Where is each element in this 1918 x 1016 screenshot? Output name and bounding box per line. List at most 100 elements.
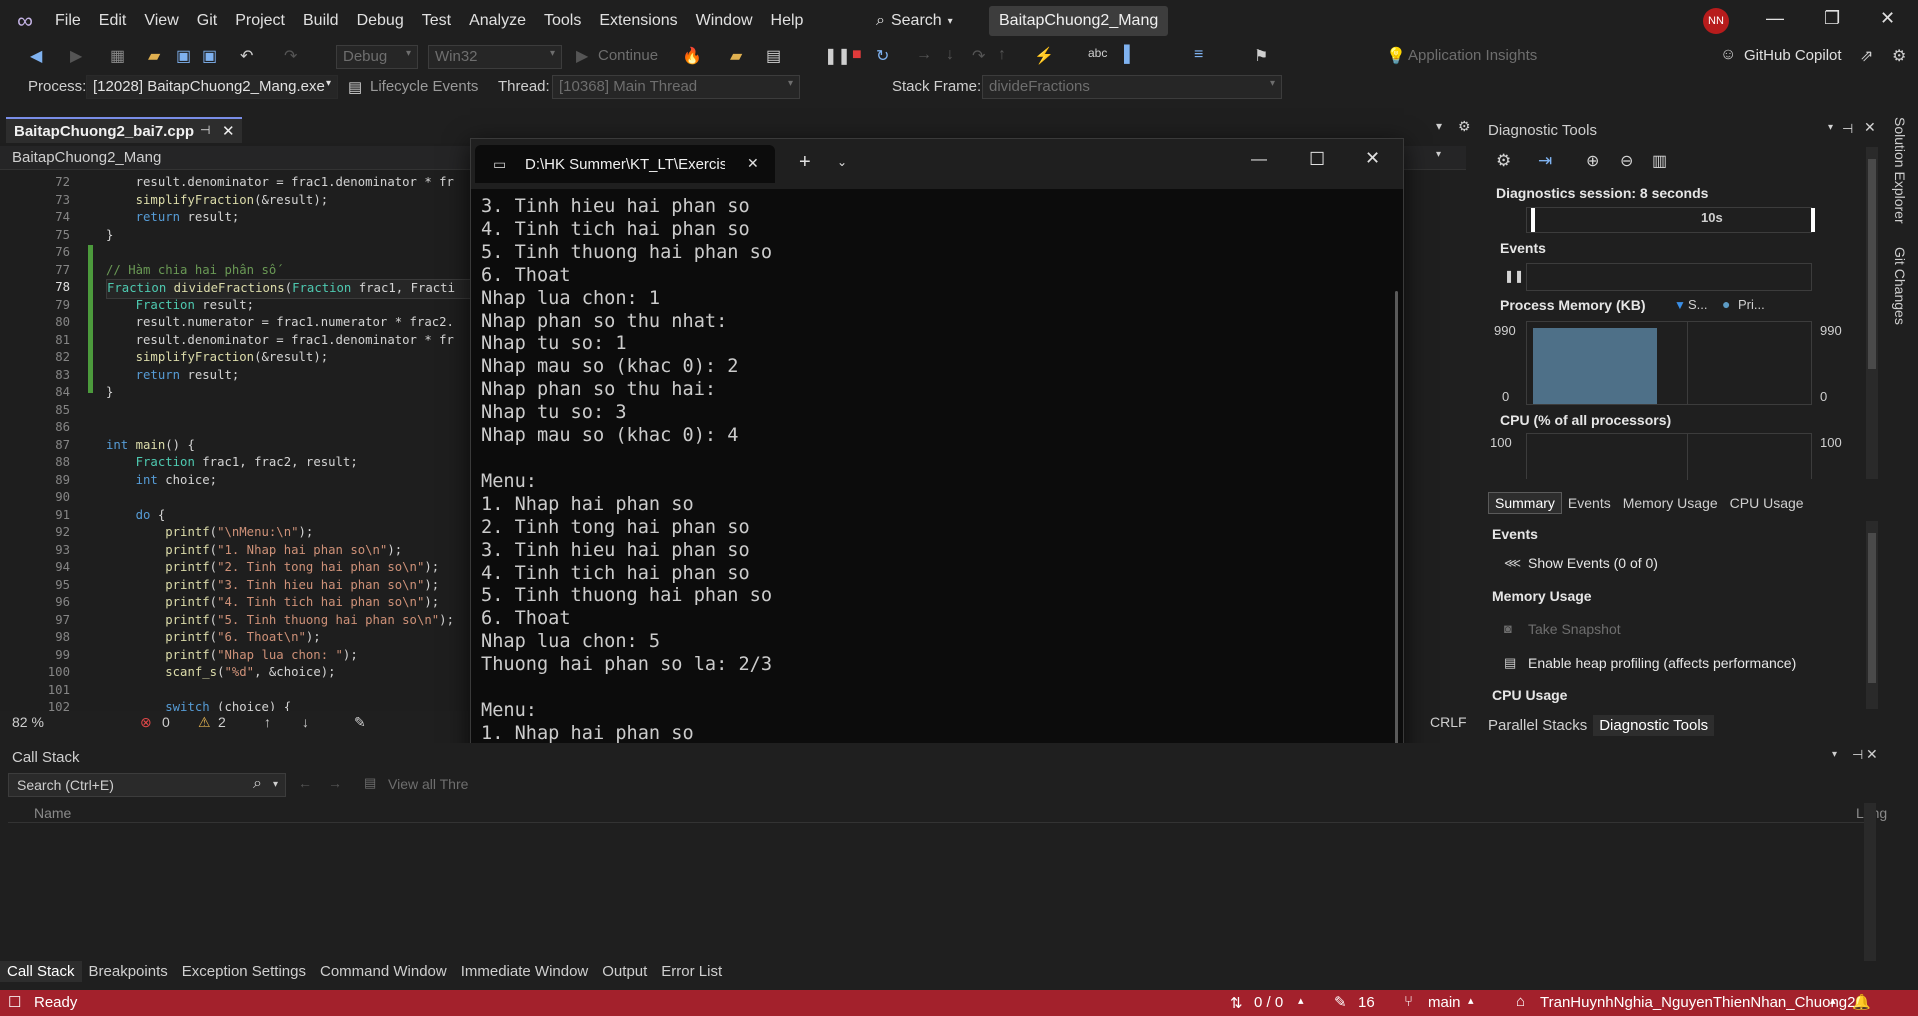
view-all-threads-button[interactable]: View all Thre [388, 776, 468, 792]
timeline-scrollbar[interactable] [1866, 147, 1878, 479]
code-line[interactable]: printf("1. Nhap hai phan so\n"); [106, 542, 402, 560]
undo-icon[interactable]: ↶ [240, 46, 253, 66]
zoom-out-icon[interactable]: ⊖ [1620, 151, 1633, 171]
copilot-icon[interactable]: ☺ [1720, 46, 1736, 64]
restart-icon[interactable]: ↻ [876, 46, 889, 66]
project-dropdown[interactable]: BaitapChuong2_Mang [12, 149, 161, 166]
avatar[interactable]: NN [1703, 8, 1729, 34]
line-ending[interactable]: CRLF [1430, 714, 1467, 730]
configuration-select[interactable]: Debug ▾ [336, 45, 418, 69]
menu-analyze[interactable]: Analyze [460, 12, 535, 30]
stop-icon[interactable]: ■ [852, 46, 862, 64]
pin-icon[interactable]: ⊣ [1852, 747, 1863, 763]
warning-count[interactable]: 2 [218, 714, 226, 730]
close-tab-icon[interactable]: ✕ [747, 155, 759, 172]
tab-summary[interactable]: Summary [1488, 492, 1562, 514]
column-name[interactable]: Name [34, 805, 71, 821]
menu-extensions[interactable]: Extensions [590, 12, 686, 30]
bookmark-icon[interactable]: ⚑ [1254, 46, 1268, 66]
code-line[interactable]: result.numerator = frac1.numerator * fra… [106, 314, 454, 332]
code-line[interactable]: } [106, 227, 113, 245]
code-cleanup-icon[interactable]: ✎ [354, 714, 366, 731]
zoom-in-icon[interactable]: ⊕ [1586, 151, 1599, 171]
timeline-end-handle[interactable] [1811, 208, 1815, 232]
code-line[interactable]: printf("Nhap lua chon: "); [106, 647, 358, 665]
tab-cpu-usage[interactable]: CPU Usage [1724, 493, 1810, 513]
close-icon[interactable]: ✕ [1866, 746, 1878, 763]
timeline-ruler[interactable]: 10s [1526, 207, 1815, 233]
back-icon[interactable]: ← [298, 775, 312, 791]
folder-icon[interactable]: ▰ [730, 46, 742, 66]
tab-settings-icon[interactable]: ⚙ [1458, 118, 1471, 135]
scroll-thumb[interactable] [1868, 533, 1876, 683]
repository-name[interactable]: TranHuynhNghia_NguyenThienNhan_Chuong2 [1540, 994, 1856, 1011]
menu-project[interactable]: Project [226, 12, 294, 30]
chevron-down-icon[interactable]: ▾ [273, 779, 278, 790]
lifecycle-events-button[interactable]: Lifecycle Events [370, 78, 478, 95]
show-next-statement-icon[interactable]: → [916, 46, 932, 64]
platform-select[interactable]: Win32 ▾ [428, 45, 562, 69]
memory-section-title[interactable]: Process Memory (KB) [1500, 297, 1646, 313]
play-icon[interactable]: ▶ [576, 46, 588, 66]
thread-select[interactable]: [10368] Main Thread ▾ [552, 75, 800, 99]
indent-icon[interactable]: ≡ [1194, 46, 1203, 64]
chevron-down-icon[interactable]: ▾ [1828, 122, 1833, 133]
export-icon[interactable]: ⇥ [1538, 151, 1552, 171]
code-line[interactable]: printf("2. Tinh tong hai phan so\n"); [106, 559, 439, 577]
code-line[interactable]: result.denominator = frac1.denominator *… [106, 174, 454, 192]
spell-check-icon[interactable]: abc [1088, 46, 1107, 60]
settings-icon[interactable]: ⚙ [1892, 46, 1906, 66]
tab-error-list[interactable]: Error List [654, 961, 729, 982]
code-line[interactable]: printf("3. Tinh hieu hai phan so\n"); [106, 577, 439, 595]
code-line[interactable]: simplifyFraction(&result); [106, 349, 329, 367]
tab-output[interactable]: Output [595, 961, 654, 982]
redo-icon[interactable]: ↷ [284, 46, 297, 66]
enable-heap-profiling-button[interactable]: Enable heap profiling (affects performan… [1528, 655, 1796, 671]
pin-icon[interactable]: ⊣ [200, 123, 210, 137]
menu-help[interactable]: Help [762, 12, 813, 30]
chevron-up-icon[interactable]: ▴ [1468, 994, 1474, 1007]
code-line[interactable]: // Hàm chia hai phân số [106, 262, 276, 280]
close-icon[interactable]: ✕ [1880, 8, 1895, 29]
restore-icon[interactable]: ❐ [1824, 8, 1840, 29]
tab-diagnostic-tools[interactable]: Diagnostic Tools [1593, 714, 1715, 736]
new-item-icon[interactable]: ▦ [110, 46, 125, 66]
process-select[interactable]: [12028] BaitapChuong2_Mang.exe ▾ [86, 75, 338, 99]
tab-overflow-icon[interactable]: ▾ [1436, 119, 1442, 133]
tab-baitapchuong2-bai7[interactable]: BaitapChuong2_bai7.cpp ⊣ ✕ [6, 117, 242, 143]
menu-window[interactable]: Window [687, 12, 762, 30]
chevron-down-icon[interactable]: ▾ [1832, 749, 1837, 760]
close-icon[interactable]: ✕ [1864, 119, 1876, 136]
code-line[interactable]: int choice; [106, 472, 217, 490]
search-box[interactable]: ⌕ Search ▾ [876, 8, 953, 34]
code-line[interactable]: printf("\nMenu:\n"); [106, 524, 313, 542]
timeline-start-handle[interactable] [1531, 208, 1535, 232]
menu-view[interactable]: View [135, 12, 187, 30]
pause-icon[interactable]: ❚❚ [1504, 269, 1524, 283]
share-icon[interactable]: ⇗ [1860, 46, 1873, 66]
console-tab[interactable]: ▭ D:\HK Summer\KT_LT\Exercise ✕ [475, 145, 775, 183]
branch-name[interactable]: main [1428, 994, 1461, 1011]
menu-build[interactable]: Build [294, 12, 348, 30]
summary-scrollbar[interactable] [1866, 521, 1878, 709]
chevron-up-icon[interactable]: ▴ [1298, 994, 1304, 1007]
code-line[interactable]: printf("5. Tinh thuong hai phan so\n"); [106, 612, 454, 630]
close-tab-icon[interactable]: ✕ [222, 122, 235, 140]
pin-icon[interactable]: ⊣ [1842, 121, 1853, 137]
code-line[interactable]: simplifyFraction(&result); [106, 192, 329, 210]
code-line[interactable]: printf("6. Thoat\n"); [106, 629, 320, 647]
hot-reload-icon[interactable]: 🔥 [682, 46, 702, 66]
solution-explorer-tab[interactable]: Solution Explorer [1892, 117, 1908, 224]
code-line[interactable]: result.denominator = frac1.denominator *… [106, 332, 454, 350]
error-count[interactable]: 0 [162, 714, 170, 730]
pending-edits-count[interactable]: 16 [1358, 994, 1375, 1011]
continue-button[interactable]: Continue [598, 47, 658, 64]
forward-icon[interactable]: ▶ [70, 46, 82, 66]
call-stack-scrollbar[interactable] [1864, 803, 1876, 961]
menu-git[interactable]: Git [188, 12, 226, 30]
step-out-icon[interactable]: ↑ [998, 46, 1006, 64]
minimize-icon[interactable]: — [1766, 8, 1784, 29]
events-section-title[interactable]: Events [1500, 240, 1546, 256]
cpu-section-title[interactable]: CPU (% of all processors) [1500, 412, 1671, 428]
application-insights-icon[interactable]: 💡 [1386, 46, 1406, 66]
